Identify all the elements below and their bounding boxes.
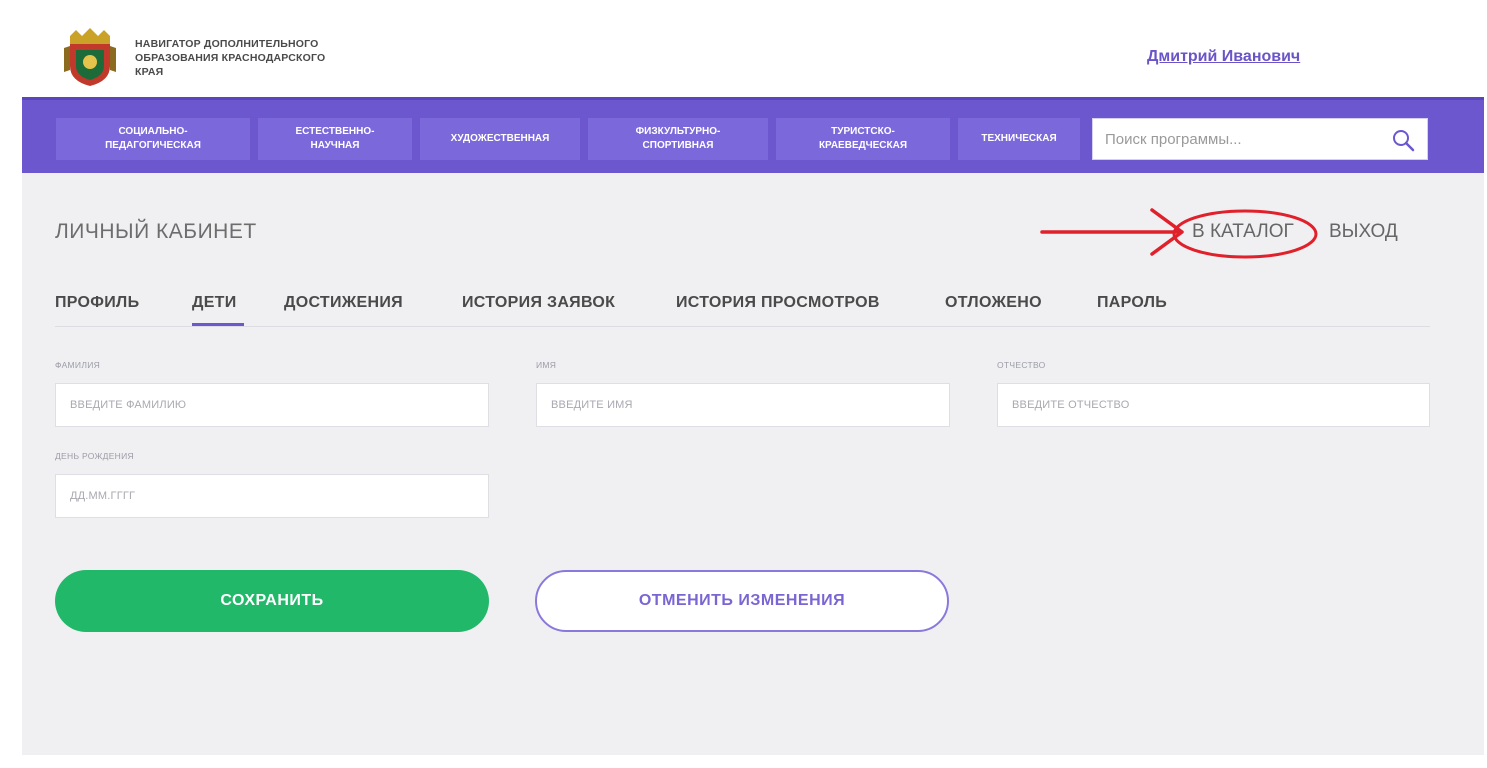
logout-link[interactable]: ВЫХОД xyxy=(1329,221,1398,243)
nav-item-tourism[interactable]: ТУРИСТСКО- КРАЕВЕДЧЕСКАЯ xyxy=(776,118,950,160)
nav-item-label: ФИЗКУЛЬТУРНО- xyxy=(635,126,721,137)
active-tab-indicator xyxy=(192,323,244,326)
search-icon[interactable] xyxy=(1391,128,1415,152)
brand-line: КРАЯ xyxy=(135,66,164,78)
nav-item-label: СОЦИАЛЬНО- xyxy=(118,126,188,137)
tab-application-history[interactable]: ИСТОРИЯ ЗАЯВОК xyxy=(462,294,615,312)
cabinet-content: ЛИЧНЫЙ КАБИНЕТ В КАТАЛОГ ВЫХОД ПРОФИЛЬ Д… xyxy=(22,173,1484,755)
nav-item-label: КРАЕВЕДЧЕСКАЯ xyxy=(818,140,908,151)
tab-postponed[interactable]: ОТЛОЖЕНО xyxy=(945,294,1042,312)
tab-password[interactable]: ПАРОЛЬ xyxy=(1097,294,1167,312)
nav-item-sports[interactable]: ФИЗКУЛЬТУРНО- СПОРТИВНАЯ xyxy=(588,118,768,160)
surname-label: ФАМИЛИЯ xyxy=(55,360,101,370)
nav-item-label: ХУДОЖЕСТВЕННАЯ xyxy=(450,133,550,144)
nav-item-label: ЕСТЕСТВЕННО- xyxy=(295,126,375,137)
nav-item-label: ТЕХНИЧЕСКАЯ xyxy=(981,133,1057,144)
nav-item-artistic[interactable]: ХУДОЖЕСТВЕННАЯ xyxy=(420,118,580,160)
brand-line: ОБРАЗОВАНИЯ КРАСНОДАРСКОГО xyxy=(135,52,326,64)
tab-view-history[interactable]: ИСТОРИЯ ПРОСМОТРОВ xyxy=(676,294,880,312)
brand-title: НАВИГАТОР ДОПОЛНИТЕЛЬНОГО ОБРАЗОВАНИЯ КР… xyxy=(135,37,405,79)
surname-field-box xyxy=(55,383,489,427)
page-title: ЛИЧНЫЙ КАБИНЕТ xyxy=(55,220,257,243)
nav-item-technical[interactable]: ТЕХНИЧЕСКАЯ xyxy=(958,118,1080,160)
surname-input[interactable] xyxy=(56,384,488,426)
name-input[interactable] xyxy=(537,384,949,426)
tab-profile[interactable]: ПРОФИЛЬ xyxy=(55,294,139,312)
nav-item-label: ТУРИСТСКО- xyxy=(831,126,895,137)
brand-line: НАВИГАТОР ДОПОЛНИТЕЛЬНОГО xyxy=(135,38,319,50)
nav-item-social-pedagogical[interactable]: СОЦИАЛЬНО- ПЕДАГОГИЧЕСКАЯ xyxy=(56,118,250,160)
patronymic-label: ОТЧЕСТВО xyxy=(997,360,1046,370)
save-button[interactable]: СОХРАНИТЬ xyxy=(55,570,489,632)
annotation-arrow-icon xyxy=(1040,208,1184,256)
name-field-box xyxy=(536,383,950,427)
nav-item-label: ПЕДАГОГИЧЕСКАЯ xyxy=(105,140,201,151)
birthday-label: ДЕНЬ РОЖДЕНИЯ xyxy=(55,451,134,461)
name-label: ИМЯ xyxy=(536,360,557,370)
tab-achievements[interactable]: ДОСТИЖЕНИЯ xyxy=(284,294,403,312)
nav-item-label: НАУЧНАЯ xyxy=(310,140,360,151)
tab-children[interactable]: ДЕТИ xyxy=(192,294,237,312)
site-header: НАВИГАТОР ДОПОЛНИТЕЛЬНОГО ОБРАЗОВАНИЯ КР… xyxy=(22,0,1484,97)
search-box xyxy=(1092,118,1428,160)
birthday-input[interactable] xyxy=(56,475,488,517)
patronymic-input[interactable] xyxy=(998,384,1429,426)
coat-of-arms-icon[interactable] xyxy=(62,26,118,88)
nav-item-natural-science[interactable]: ЕСТЕСТВЕННО- НАУЧНАЯ xyxy=(258,118,412,160)
birthday-field-box xyxy=(55,474,489,518)
user-profile-link[interactable]: Дмитрий Иванович xyxy=(1147,48,1300,66)
catalog-link[interactable]: В КАТАЛОГ xyxy=(1192,221,1294,243)
search-input[interactable] xyxy=(1093,119,1373,159)
category-nav: СОЦИАЛЬНО- ПЕДАГОГИЧЕСКАЯ ЕСТЕСТВЕННО- НАУ… xyxy=(22,97,1484,173)
cancel-changes-button[interactable]: ОТМЕНИТЬ ИЗМЕНЕНИЯ xyxy=(535,570,949,632)
patronymic-field-box xyxy=(997,383,1430,427)
nav-item-label: СПОРТИВНАЯ xyxy=(642,140,714,151)
page: НАВИГАТОР ДОПОЛНИТЕЛЬНОГО ОБРАЗОВАНИЯ КР… xyxy=(0,0,1487,768)
cabinet-tabs: ПРОФИЛЬ ДЕТИ ДОСТИЖЕНИЯ ИСТОРИЯ ЗАЯВОК И… xyxy=(55,291,1430,327)
